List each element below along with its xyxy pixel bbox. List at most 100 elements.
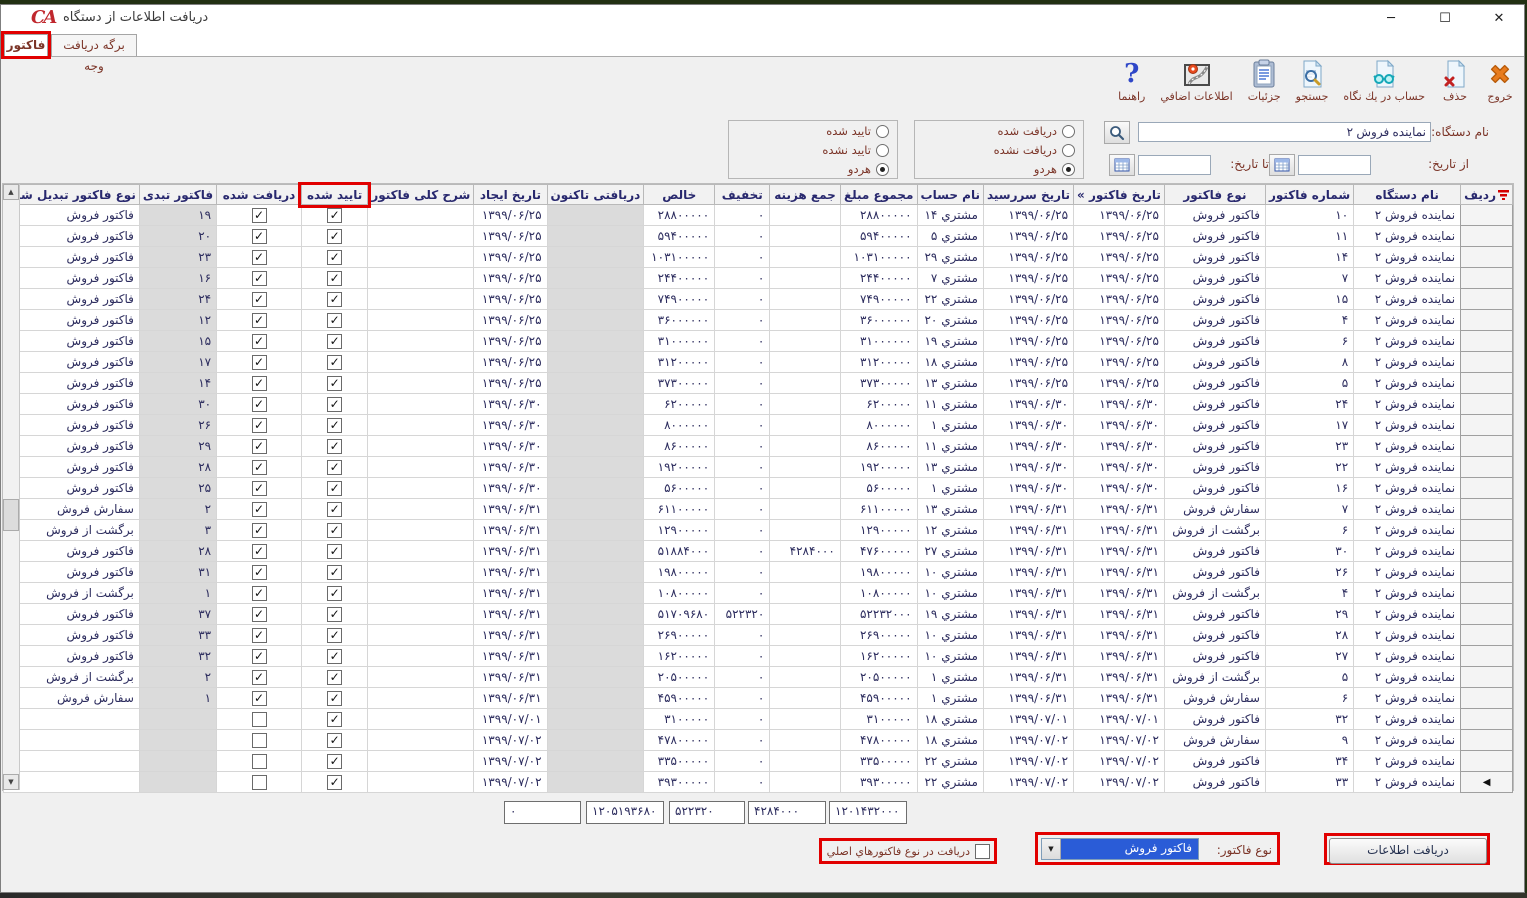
table-row[interactable]: نماینده فروش ۲۸فاکتور فروش۱۳۹۹/۰۶/۲۵۱۳۹۹… [4, 352, 1513, 373]
table-row[interactable]: نماینده فروش ۲۶سفارش فروش۱۳۹۹/۰۶/۳۱۱۳۹۹/… [4, 688, 1513, 709]
cell-conf[interactable] [301, 247, 367, 268]
radio-received[interactable]: دریافت شده [915, 121, 1083, 140]
cell-recv[interactable] [217, 310, 302, 331]
row-selector[interactable] [1461, 541, 1513, 562]
confirmed-checkbox[interactable] [327, 376, 342, 391]
cell-conf[interactable] [301, 331, 367, 352]
confirmed-checkbox[interactable] [327, 586, 342, 601]
row-selector[interactable] [1461, 709, 1513, 730]
search-button[interactable]: جستجو [1293, 57, 1332, 105]
cell-conf[interactable] [301, 394, 367, 415]
cell-conf[interactable] [301, 520, 367, 541]
received-checkbox[interactable] [252, 439, 267, 454]
from-date-input[interactable] [1298, 155, 1371, 175]
from-date-calendar-button[interactable] [1269, 154, 1295, 176]
column-header-rsf[interactable]: دریافتی تاکنون [547, 185, 644, 205]
row-selector[interactable] [1461, 457, 1513, 478]
cell-recv[interactable] [217, 499, 302, 520]
cell-conf[interactable] [301, 415, 367, 436]
row-selector[interactable] [1461, 289, 1513, 310]
row-selector[interactable] [1461, 562, 1513, 583]
cell-recv[interactable] [217, 478, 302, 499]
column-header-disc[interactable]: تخفیف [715, 185, 770, 205]
received-checkbox[interactable] [252, 376, 267, 391]
row-selector[interactable] [1461, 646, 1513, 667]
cell-recv[interactable] [217, 331, 302, 352]
cell-recv[interactable] [217, 562, 302, 583]
received-checkbox[interactable] [252, 313, 267, 328]
confirmed-checkbox[interactable] [327, 271, 342, 286]
received-checkbox[interactable] [252, 502, 267, 517]
cell-conf[interactable] [301, 667, 367, 688]
minimize-icon[interactable]: ─ [1376, 11, 1406, 26]
received-checkbox[interactable] [252, 607, 267, 622]
cell-conf[interactable] [301, 310, 367, 331]
main-types-checkbox[interactable] [975, 844, 990, 859]
confirmed-checkbox[interactable] [327, 334, 342, 349]
confirmed-checkbox[interactable] [327, 691, 342, 706]
received-checkbox[interactable] [252, 481, 267, 496]
cell-recv[interactable] [217, 352, 302, 373]
column-header-cno[interactable]: فاکتور تبدی [139, 185, 216, 205]
confirmed-checkbox[interactable] [327, 775, 342, 790]
table-row[interactable]: نماینده فروش ۲۲۷فاکتور فروش۱۳۹۹/۰۶/۳۱۱۳۹… [4, 646, 1513, 667]
received-checkbox[interactable] [252, 544, 267, 559]
table-row[interactable]: نماینده فروش ۲۵برگشت از فروش۱۳۹۹/۰۶/۳۱۱۳… [4, 667, 1513, 688]
cell-recv[interactable] [217, 667, 302, 688]
radio-received-both[interactable]: هردو [915, 159, 1083, 178]
row-selector[interactable] [1461, 394, 1513, 415]
row-selector[interactable] [1461, 520, 1513, 541]
radio-confirmed-both[interactable]: هردو [729, 159, 897, 178]
table-row[interactable]: نماینده فروش ۲۷فاکتور فروش۱۳۹۹/۰۶/۲۵۱۳۹۹… [4, 268, 1513, 289]
table-row[interactable]: نماینده فروش ۲۱۱فاکتور فروش۱۳۹۹/۰۶/۲۵۱۳۹… [4, 226, 1513, 247]
row-selector[interactable] [1461, 625, 1513, 646]
row-selector[interactable] [1461, 310, 1513, 331]
confirmed-checkbox[interactable] [327, 565, 342, 580]
confirmed-checkbox[interactable] [327, 544, 342, 559]
row-selector[interactable] [1461, 268, 1513, 289]
confirmed-checkbox[interactable] [327, 397, 342, 412]
cell-recv[interactable] [217, 289, 302, 310]
device-name-input[interactable] [1138, 122, 1431, 142]
table-row[interactable]: نماینده فروش ۲۴برگشت از فروش۱۳۹۹/۰۶/۳۱۱۳… [4, 583, 1513, 604]
row-selector[interactable] [1461, 688, 1513, 709]
confirmed-checkbox[interactable] [327, 607, 342, 622]
table-row[interactable]: نماینده فروش ۲۲۳فاکتور فروش۱۳۹۹/۰۶/۳۰۱۳۹… [4, 436, 1513, 457]
table-row[interactable]: نماینده فروش ۲۴فاکتور فروش۱۳۹۹/۰۶/۲۵۱۳۹۹… [4, 310, 1513, 331]
received-checkbox[interactable] [252, 670, 267, 685]
cell-recv[interactable] [217, 751, 302, 772]
confirmed-checkbox[interactable] [327, 250, 342, 265]
table-row[interactable]: نماینده فروش ۲۳۴فاکتور فروش۱۳۹۹/۰۷/۰۲۱۳۹… [4, 751, 1513, 772]
cell-recv[interactable] [217, 205, 302, 226]
radio-confirmed[interactable]: تایید شده [729, 121, 897, 140]
received-checkbox[interactable] [252, 229, 267, 244]
cell-conf[interactable] [301, 478, 367, 499]
column-header-cost[interactable]: جمع هزینه [770, 185, 840, 205]
cell-recv[interactable] [217, 415, 302, 436]
table-row[interactable]: نماینده فروش ۲۳۲فاکتور فروش۱۳۹۹/۰۷/۰۱۱۳۹… [4, 709, 1513, 730]
received-checkbox[interactable] [252, 418, 267, 433]
confirmed-checkbox[interactable] [327, 460, 342, 475]
confirmed-checkbox[interactable] [327, 481, 342, 496]
row-selector[interactable] [1461, 436, 1513, 457]
received-checkbox[interactable] [252, 775, 267, 790]
cell-conf[interactable] [301, 751, 367, 772]
cell-recv[interactable] [217, 520, 302, 541]
column-header-net[interactable]: خالص [644, 185, 715, 205]
table-row[interactable]: نماینده فروش ۲۲۶فاکتور فروش۱۳۹۹/۰۶/۳۱۱۳۹… [4, 562, 1513, 583]
cell-conf[interactable] [301, 583, 367, 604]
details-button[interactable]: جزئیات [1245, 57, 1284, 105]
confirmed-checkbox[interactable] [327, 355, 342, 370]
received-checkbox[interactable] [252, 565, 267, 580]
cell-conf[interactable] [301, 646, 367, 667]
cell-recv[interactable] [217, 457, 302, 478]
row-selector[interactable] [1461, 499, 1513, 520]
table-row[interactable]: نماینده فروش ۲۶فاکتور فروش۱۳۹۹/۰۶/۲۵۱۳۹۹… [4, 331, 1513, 352]
filter-icon[interactable] [1498, 190, 1509, 200]
cell-recv[interactable] [217, 268, 302, 289]
row-selector[interactable] [1461, 751, 1513, 772]
cell-conf[interactable] [301, 205, 367, 226]
cell-conf[interactable] [301, 688, 367, 709]
row-selector[interactable] [1461, 205, 1513, 226]
table-row[interactable]: نماینده فروش ۲۱۵فاکتور فروش۱۳۹۹/۰۶/۲۵۱۳۹… [4, 289, 1513, 310]
